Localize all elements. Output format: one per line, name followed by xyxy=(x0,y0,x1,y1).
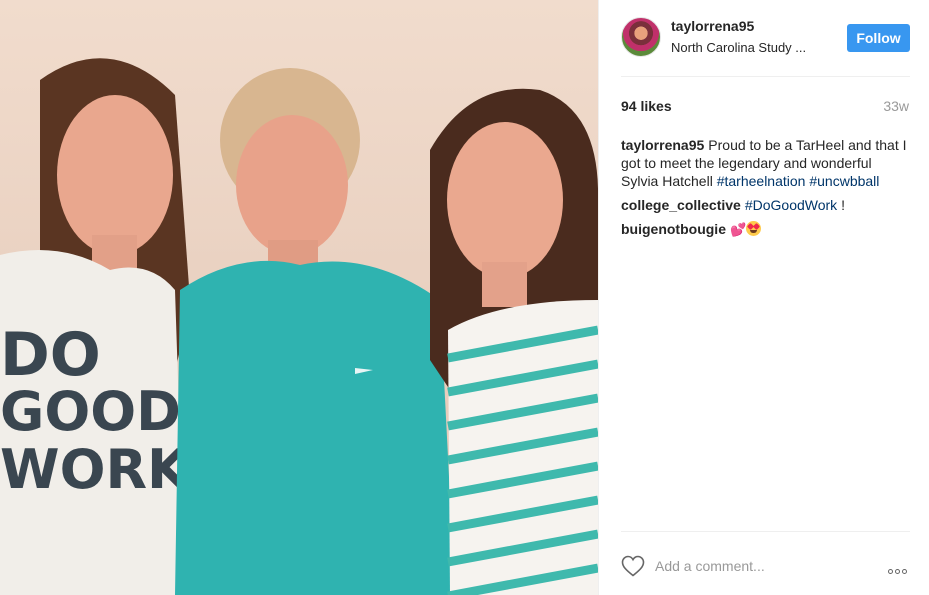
location-link[interactable]: North Carolina Study ... xyxy=(671,40,831,55)
comment-footer xyxy=(621,531,910,595)
avatar[interactable] xyxy=(621,17,661,57)
right-person-face xyxy=(447,122,563,278)
middle-person-shirt xyxy=(175,260,455,595)
header-username[interactable]: taylorrena95 xyxy=(671,18,754,34)
two-hearts-emoji: 💕 xyxy=(729,223,747,238)
caption-comment: taylorrena95 Proud to be a TarHeel and th… xyxy=(621,136,911,190)
comments-list: taylorrena95 Proud to be a TarHeel and th… xyxy=(621,136,911,246)
shirt-text-line-2: GOOD xyxy=(0,380,181,443)
post-timestamp[interactable]: 33w xyxy=(883,98,909,114)
comment-username[interactable]: college_collective xyxy=(621,197,741,213)
post-header: taylorrena95 North Carolina Study ... Fo… xyxy=(621,0,910,77)
shirt-text-line-3: WORK xyxy=(0,438,191,501)
middle-person-face xyxy=(236,115,348,255)
follow-button[interactable]: Follow xyxy=(847,24,910,52)
photo-illustration: DO GOOD WORK xyxy=(0,58,598,595)
hashtag-link[interactable]: #DoGoodWork xyxy=(745,197,837,213)
comment-username[interactable]: buigenotbougie xyxy=(621,221,726,237)
right-person-shirt xyxy=(447,300,598,595)
add-comment-input[interactable] xyxy=(655,554,855,578)
post-photo[interactable]: DO GOOD WORK xyxy=(0,0,598,595)
left-person-face xyxy=(57,95,173,255)
comment-item: buigenotbougie 💕 xyxy=(621,220,911,240)
heart-outline-icon[interactable] xyxy=(621,555,645,577)
hashtag-link[interactable]: #tarheelnation xyxy=(717,173,806,189)
comment-text: ! xyxy=(841,197,845,213)
hashtag-link[interactable]: #uncwbball xyxy=(809,173,879,189)
more-options-icon[interactable] xyxy=(886,561,910,574)
comment-item: college_collective #DoGoodWork ! xyxy=(621,196,911,214)
comment-username[interactable]: taylorrena95 xyxy=(621,137,704,153)
likes-count[interactable]: 94 likes xyxy=(621,98,672,114)
heart-eyes-emoji xyxy=(746,221,762,236)
post-details-panel: taylorrena95 North Carolina Study ... Fo… xyxy=(598,0,929,595)
